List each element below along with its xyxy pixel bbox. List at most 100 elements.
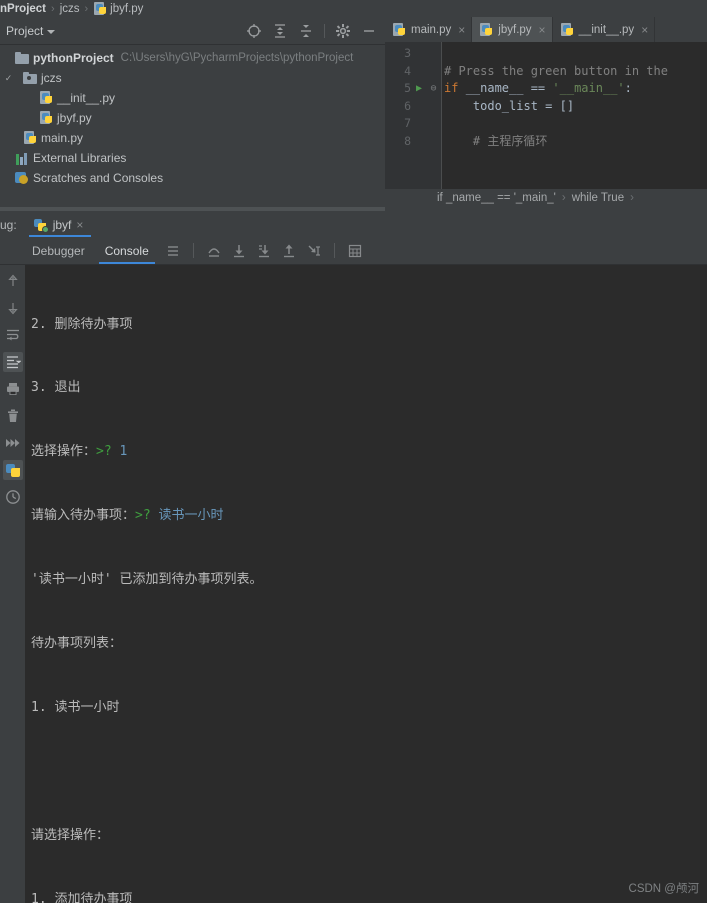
tree-node-scratches[interactable]: Scratches and Consoles [0, 168, 385, 188]
editor-breadcrumb-item-while[interactable]: while True [572, 192, 624, 204]
console-span: 请输入待办事项： [31, 508, 136, 524]
toolbar-divider [192, 243, 194, 258]
step-into-icon[interactable] [231, 243, 247, 259]
editor-breadcrumb: if _name__ == '_main_' › while True › [385, 189, 707, 207]
console-line: 1. 读书一小时 [31, 697, 707, 718]
tab-debugger[interactable]: Debugger [22, 237, 95, 264]
tab-main-py[interactable]: main.py × [385, 17, 473, 42]
console-line: 待办事项列表： [31, 633, 707, 654]
console-line: 3. 退出 [31, 377, 707, 398]
code-text: # 主程序循环 [444, 133, 548, 148]
scroll-down-icon[interactable] [3, 298, 23, 318]
force-step-into-icon[interactable] [256, 243, 272, 259]
settings-gear-icon[interactable] [335, 23, 351, 39]
tree-node-pythonproject[interactable]: pythonProject C:\Users\hyG\PycharmProjec… [0, 48, 385, 68]
python-icon-inner [5, 463, 20, 478]
tree-node-jbyf-py[interactable]: jbyf.py [0, 108, 385, 128]
hide-icon[interactable] [361, 23, 377, 39]
tree-node-label: __init__.py [57, 91, 116, 105]
breadcrumb-separator: › [561, 192, 566, 204]
line-number: 5 [404, 81, 411, 96]
expand-all-icon[interactable] [272, 23, 288, 39]
evaluate-expression-icon[interactable] [347, 243, 363, 259]
select-opened-file-icon[interactable] [246, 23, 262, 39]
tab-label: Console [104, 243, 149, 258]
python-run-icon [33, 218, 49, 233]
tree-expander[interactable]: ✓ [2, 73, 15, 83]
tab-console[interactable]: Console [95, 237, 159, 264]
close-icon[interactable]: × [458, 23, 465, 37]
trash-icon[interactable] [3, 406, 23, 426]
history-icon[interactable] [3, 487, 23, 507]
python-file-icon [39, 91, 53, 105]
breadcrumb-item-folder[interactable]: jczs [60, 3, 80, 15]
print-icon[interactable] [3, 379, 23, 399]
console-output[interactable]: 2. 删除待办事项 3. 退出 选择操作：>? 1 请输入待办事项：>? 读书一… [25, 265, 707, 903]
collapse-all-icon[interactable] [298, 23, 314, 39]
tree-node-main-py[interactable]: main.py [0, 128, 385, 148]
python-file-icon [93, 1, 107, 16]
libraries-icon [15, 152, 29, 165]
scroll-to-end-icon[interactable] [2, 352, 23, 372]
breadcrumb-item-file[interactable]: jbyf.py [110, 3, 143, 15]
console-span: 选择操作： [31, 444, 97, 460]
soft-wrap-icon[interactable] [3, 325, 23, 345]
tree-node-jczs[interactable]: ✓ jczs [0, 68, 385, 88]
console-line: 2. 删除待办事项 [31, 314, 707, 335]
debug-window-label: ug: [0, 217, 17, 232]
console-line: '读书一小时' 已添加到待办事项列表。 [31, 569, 707, 590]
breadcrumb-separator: › [51, 2, 55, 15]
editor-breadcrumb-item-if[interactable]: if _name__ == '_main_' [437, 192, 556, 204]
scrollbar-thumb[interactable] [0, 207, 385, 211]
console-span: 请选择操作： [31, 827, 110, 843]
code-lines: 3 4 # Press the green button in the 5 ▶ … [385, 42, 707, 189]
console-span: 1. 添加待办事项 [31, 891, 133, 903]
folder-icon [15, 52, 29, 64]
close-icon[interactable]: × [76, 218, 83, 232]
pycharm-window: nProject › jczs › jbyf.py Project python… [0, 0, 707, 903]
console-side-toolbar [0, 265, 25, 903]
close-icon[interactable]: × [539, 23, 546, 37]
project-panel-title[interactable]: Project [6, 24, 43, 38]
debug-toolbar [165, 243, 363, 259]
fast-forward-icon[interactable] [3, 433, 23, 453]
chevron-down-icon[interactable] [47, 29, 56, 34]
close-icon[interactable]: × [641, 23, 648, 37]
line-number: 6 [404, 98, 411, 113]
code-text: if __name__ == '__main__': [444, 81, 632, 96]
tree-node-label: External Libraries [33, 151, 127, 165]
run-arrow-icon[interactable]: ▶ [411, 80, 427, 98]
line-number: 8 [404, 133, 411, 148]
project-tool-window: Project pythonProject C:\Users\hyG\Pycha… [0, 17, 385, 207]
tree-node-external-libraries[interactable]: External Libraries [0, 148, 385, 168]
python-file-icon [39, 111, 53, 125]
code-line: 8 # 主程序循环 [385, 133, 707, 151]
run-to-cursor-icon[interactable] [306, 243, 322, 259]
editor-tab-bar: main.py × jbyf.py × __init__.py × [385, 17, 707, 42]
toolbar-divider [324, 23, 325, 38]
console-input-value: 读书一小时 [158, 508, 224, 524]
tab-label: main.py [411, 23, 452, 36]
scroll-up-icon[interactable] [3, 271, 23, 291]
console-prompt: >? [135, 508, 159, 524]
project-toolbar [246, 23, 385, 39]
code-line: 7 [385, 115, 707, 133]
tree-node-init-py[interactable]: __init__.py [0, 88, 385, 108]
project-panel-header: Project [0, 17, 385, 45]
fold-marker[interactable]: ⊖ [427, 80, 440, 98]
console-span: 1. 读书一小时 [31, 699, 120, 715]
tab-label: jbyf.py [498, 23, 532, 36]
code-editor[interactable]: 3 4 # Press the green button in the 5 ▶ … [385, 42, 707, 189]
tab-jbyf-py[interactable]: jbyf.py × [472, 17, 553, 42]
step-out-icon[interactable] [281, 243, 297, 259]
tab-init-py[interactable]: __init__.py × [553, 17, 656, 42]
debug-session-name: jbyf [52, 217, 72, 232]
code-text: # Press the green button in the [444, 63, 668, 78]
python-console-icon[interactable] [2, 460, 23, 480]
console-menu-icon[interactable] [165, 243, 181, 259]
source-folder-icon [23, 72, 37, 84]
debug-session-tab[interactable]: jbyf × [28, 212, 92, 237]
step-over-icon[interactable] [206, 243, 222, 259]
breadcrumb: nProject › jczs › jbyf.py [0, 0, 707, 17]
breadcrumb-item-project[interactable]: nProject [0, 3, 46, 15]
